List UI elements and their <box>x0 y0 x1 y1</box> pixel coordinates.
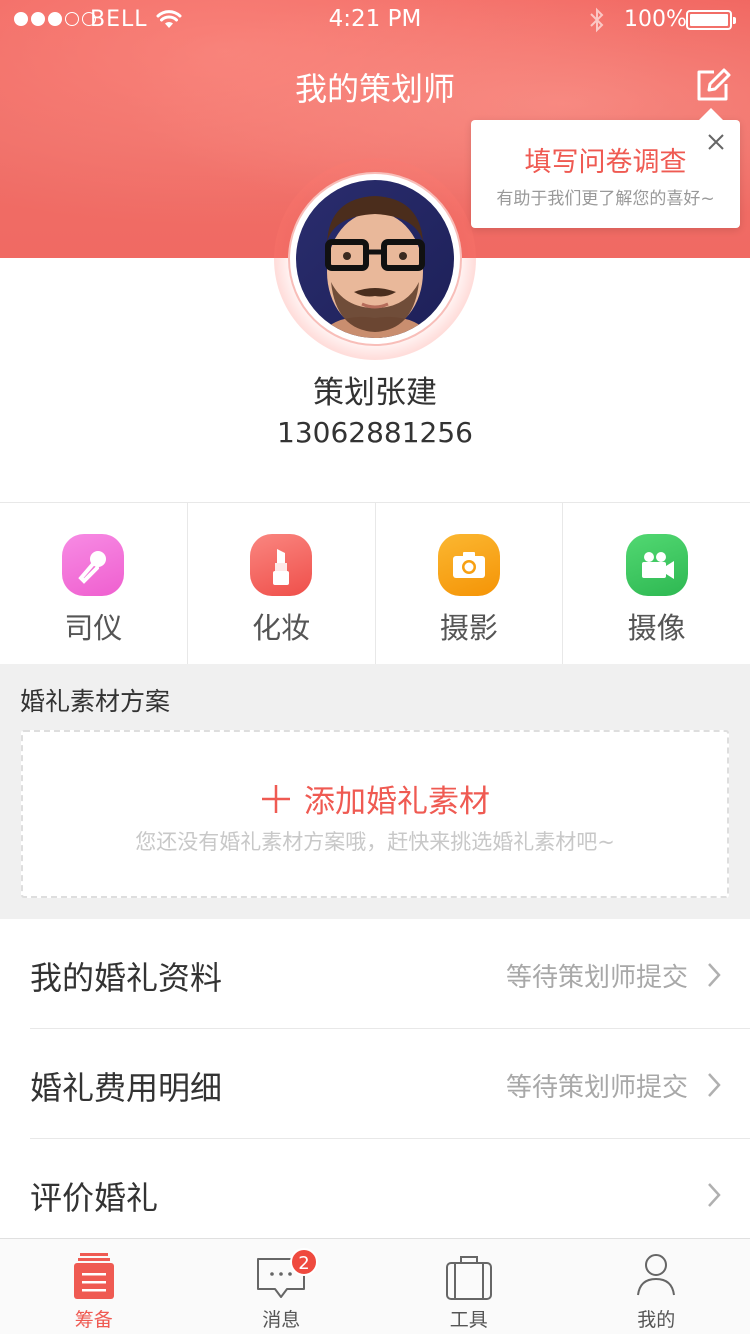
bluetooth-icon <box>590 7 604 33</box>
bag-icon <box>445 1256 492 1300</box>
lipstick-icon <box>250 534 313 596</box>
list-item-wedding-costs[interactable]: 婚礼费用明细 等待策划师提交 <box>0 1029 750 1139</box>
material-section: 婚礼素材方案 添加婚礼素材 您还没有婚礼素材方案哦，赶快来挑选婚礼素材吧~ <box>0 664 750 919</box>
material-hint: 您还没有婚礼素材方案哦，赶快来挑选婚礼素材吧~ <box>135 830 615 854</box>
video-camera-icon <box>625 534 688 596</box>
row-title: 我的婚礼资料 <box>30 959 223 997</box>
add-material-label: 添加婚礼素材 <box>304 784 490 820</box>
chevron-right-icon <box>708 1183 721 1207</box>
row-status: 等待策划师提交 <box>505 963 688 993</box>
tooltip-title[interactable]: 填写问卷调查 <box>471 140 740 179</box>
tab-mine[interactable]: 我的 <box>563 1239 750 1334</box>
tab-label: 筹备 <box>74 1309 113 1331</box>
list-item-wedding-info[interactable]: 我的婚礼资料 等待策划师提交 <box>0 919 750 1029</box>
chevron-right-icon <box>708 1073 721 1097</box>
tab-label: 我的 <box>637 1309 676 1331</box>
tab-label: 工具 <box>449 1309 488 1331</box>
planner-phone[interactable]: 13062881256 <box>0 416 750 449</box>
section-title: 婚礼素材方案 <box>20 687 171 716</box>
tab-label: 消息 <box>262 1309 301 1331</box>
battery-icon <box>686 10 736 30</box>
camera-icon <box>437 534 500 596</box>
service-makeup[interactable]: 化妆 <box>188 503 376 664</box>
survey-tooltip[interactable]: 填写问卷调查 有助于我们更了解您的喜好~ <box>471 108 740 228</box>
message-badge: 2 <box>290 1248 318 1276</box>
tab-bar: 筹备 消息 工具 我的 <box>0 1238 750 1334</box>
service-videography[interactable]: 摄像 <box>563 503 750 664</box>
microphone-icon <box>62 534 125 596</box>
battery-percent: 100% <box>624 7 687 32</box>
avatar[interactable] <box>296 180 454 338</box>
tab-tools[interactable]: 工具 <box>375 1239 563 1334</box>
tab-prepare[interactable]: 筹备 <box>0 1239 188 1334</box>
chevron-right-icon <box>708 963 721 987</box>
avatar-face <box>316 196 434 338</box>
edit-icon[interactable] <box>694 66 732 104</box>
wedding-list: 我的婚礼资料 等待策划师提交 婚礼费用明细 等待策划师提交 评价婚礼 <box>0 919 750 1249</box>
service-photography[interactable]: 摄影 <box>376 503 564 664</box>
person-icon <box>637 1254 676 1296</box>
row-title: 婚礼费用明细 <box>30 1069 223 1107</box>
row-title: 评价婚礼 <box>30 1179 159 1217</box>
close-icon[interactable] <box>706 132 726 152</box>
planner-name: 策划张建 <box>313 375 437 411</box>
service-label: 化妆 <box>252 611 311 645</box>
status-bar: BELL 4:21 PM 100% <box>0 0 750 40</box>
tooltip-subtitle: 有助于我们更了解您的喜好~ <box>496 189 715 209</box>
plus-icon <box>262 784 290 813</box>
service-label: 摄影 <box>439 611 498 645</box>
list-item-review-wedding[interactable]: 评价婚礼 <box>0 1139 750 1249</box>
tab-messages[interactable]: 消息 <box>188 1239 376 1334</box>
service-label: 摄像 <box>627 611 686 645</box>
service-emcee[interactable]: 司仪 <box>0 503 188 664</box>
calendar-list-icon <box>73 1253 114 1299</box>
service-grid: 司仪 化妆 摄影 摄像 <box>0 502 750 664</box>
row-status: 等待策划师提交 <box>505 1073 688 1103</box>
add-material-box[interactable]: 添加婚礼素材 您还没有婚礼素材方案哦，赶快来挑选婚礼素材吧~ <box>21 730 729 898</box>
add-material-button[interactable]: 添加婚礼素材 <box>23 776 727 821</box>
page-title: 我的策划师 <box>294 70 455 108</box>
service-label: 司仪 <box>64 611 123 645</box>
